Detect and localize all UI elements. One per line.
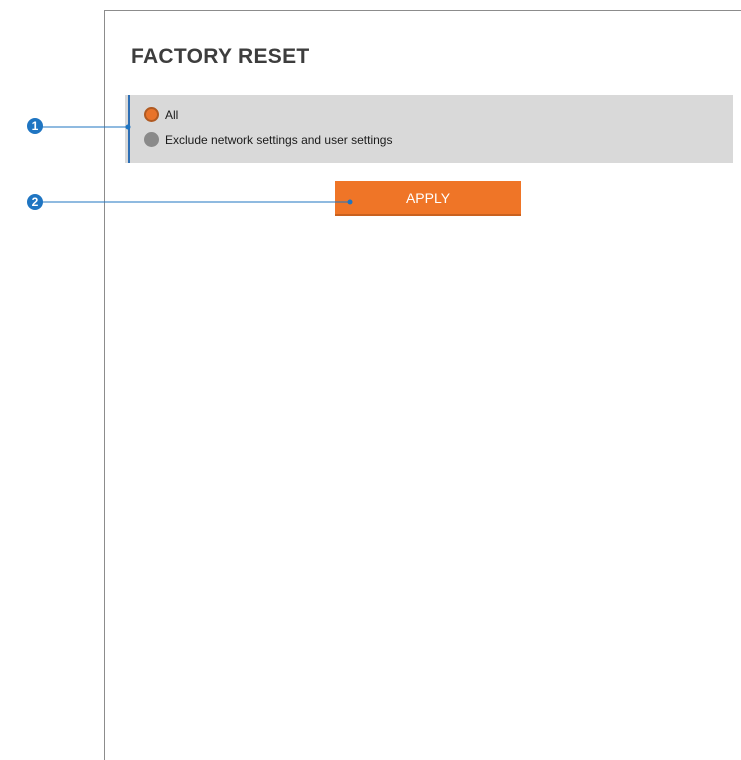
panel-accent-bar [128,95,130,163]
page-title: FACTORY RESET [131,45,310,68]
radio-option-all[interactable]: All [144,107,178,122]
radio-label-all: All [165,107,179,122]
factory-reset-page: FACTORY RESET All Exclude network settin… [0,0,741,760]
radio-option-exclude-network[interactable]: Exclude network settings and user settin… [144,132,392,147]
callout-number-2: 2 [27,194,43,210]
reset-options-panel: All Exclude network settings and user se… [125,95,733,163]
callout-number-1: 1 [27,118,43,134]
apply-button[interactable]: APPLY [335,181,521,216]
radio-label-exclude-network: Exclude network settings and user settin… [165,132,393,147]
radio-selected-icon[interactable] [144,107,159,122]
radio-unselected-icon[interactable] [144,132,159,147]
